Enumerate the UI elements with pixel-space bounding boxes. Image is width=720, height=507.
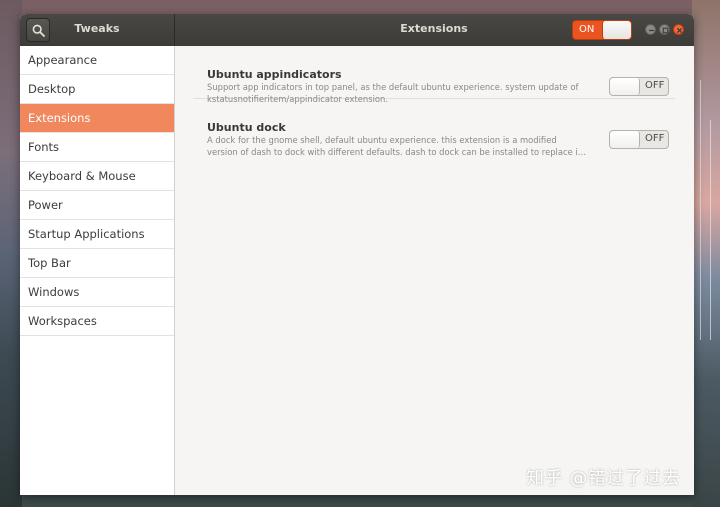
sidebar-item-startup-applications[interactable]: Startup Applications [20, 220, 174, 249]
sidebar-item-keyboard-mouse[interactable]: Keyboard & Mouse [20, 162, 174, 191]
extension-description-line: version of dash to dock with different d… [207, 146, 587, 157]
extension-toggle[interactable]: OFF [609, 77, 669, 96]
maximize-icon [662, 27, 669, 34]
switch-knob [602, 21, 631, 39]
watermark: 知乎 @错过了过去 [526, 468, 681, 489]
sidebar-item-workspaces[interactable]: Workspaces [20, 307, 174, 336]
extensions-list: Ubuntu appindicators Support app indicat… [175, 46, 694, 495]
extension-description-line: A dock for the gnome shell, default ubun… [207, 135, 557, 145]
search-icon [32, 24, 45, 37]
desktop-background-left [0, 0, 22, 507]
master-switch-label: ON [579, 24, 595, 35]
extension-row-ubuntu-dock: Ubuntu dock A dock for the gnome shell, … [193, 98, 675, 157]
app-title: Tweaks [74, 22, 120, 35]
extension-name: Ubuntu appindicators [207, 68, 342, 81]
extension-name: Ubuntu dock [207, 121, 286, 134]
titlebar: Tweaks Extensions ON [20, 14, 694, 46]
toggle-label: OFF [645, 133, 665, 144]
extension-row-ubuntu-appindicators: Ubuntu appindicators Support app indicat… [193, 46, 675, 104]
extension-description-line: Support app indicators in top panel, as … [207, 82, 579, 92]
sidebar-item-desktop[interactable]: Desktop [20, 75, 174, 104]
maximize-button[interactable] [659, 24, 670, 35]
minimize-icon [649, 29, 654, 32]
tweaks-window: Tweaks Extensions ON Appearance Desktop … [20, 14, 694, 495]
sidebar-item-top-bar[interactable]: Top Bar [20, 249, 174, 278]
extension-description: A dock for the gnome shell, default ubun… [207, 135, 587, 158]
sidebar-item-power[interactable]: Power [20, 191, 174, 220]
toggle-label: OFF [645, 80, 665, 91]
sidebar-item-extensions[interactable]: Extensions [20, 104, 174, 133]
extensions-master-switch[interactable]: ON [572, 20, 632, 40]
close-icon [676, 27, 683, 34]
toggle-knob [610, 131, 640, 148]
extension-toggle[interactable]: OFF [609, 130, 669, 149]
search-button[interactable] [26, 18, 50, 42]
desktop-background-right [692, 0, 720, 507]
close-button[interactable] [673, 24, 684, 35]
sidebar: Appearance Desktop Extensions Fonts Keyb… [20, 46, 175, 495]
sidebar-item-appearance[interactable]: Appearance [20, 46, 174, 75]
titlebar-sidebar-section: Tweaks [20, 14, 175, 46]
sidebar-item-windows[interactable]: Windows [20, 278, 174, 307]
sidebar-item-fonts[interactable]: Fonts [20, 133, 174, 162]
minimize-button[interactable] [645, 24, 656, 35]
toggle-knob [610, 78, 640, 95]
